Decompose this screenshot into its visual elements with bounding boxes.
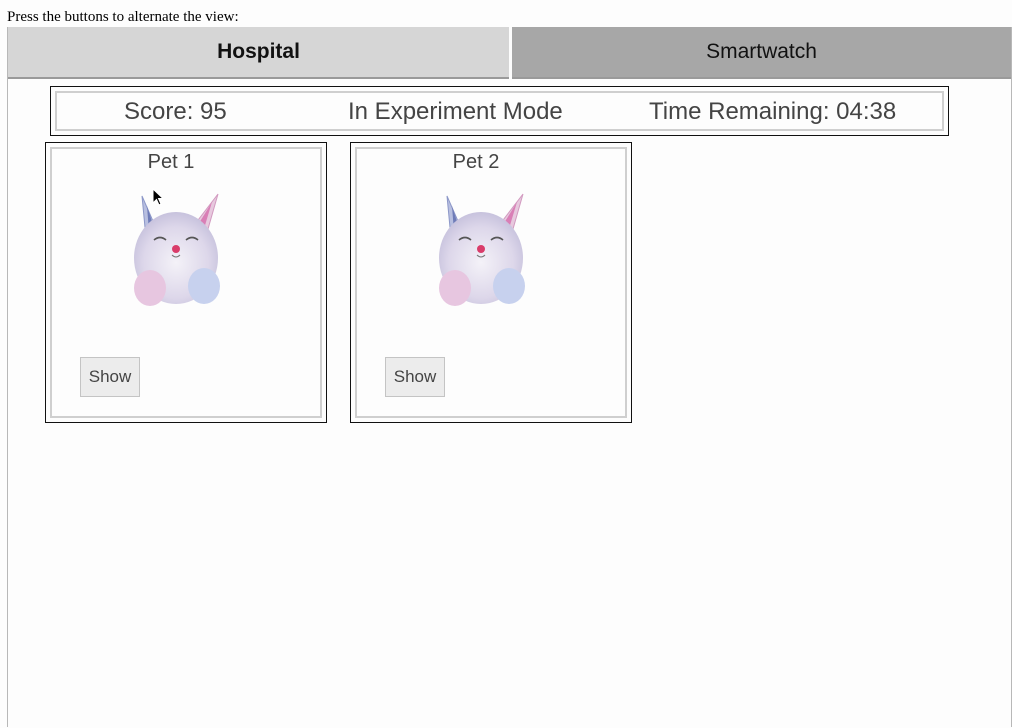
bunny-pet-image [439, 193, 525, 306]
instruction-text: Press the buttons to alternate the view: [7, 9, 239, 25]
view-tabs: Hospital Smartwatch [8, 27, 1011, 79]
tab-hospital[interactable]: Hospital [8, 27, 509, 79]
time-remaining-label: Time Remaining: 04:38 [649, 98, 897, 125]
tab-smartwatch[interactable]: Smartwatch [512, 27, 1011, 79]
pet-name: Pet 1 [147, 151, 195, 173]
mouse-cursor-icon [152, 188, 164, 206]
pet-card-2: Pet 2 Show [350, 142, 632, 423]
main-panel: Hospital Smartwatch Score: 95 In Experim… [7, 27, 1012, 727]
show-button[interactable]: Show [80, 357, 140, 397]
pet-card-1: Pet 1 Show [45, 142, 327, 423]
bunny-pet-image [134, 193, 220, 306]
mode-label: In Experiment Mode [348, 98, 563, 125]
show-button[interactable]: Show [385, 357, 445, 397]
score-label: Score: 95 [124, 98, 227, 125]
pet-name: Pet 2 [452, 151, 500, 173]
status-bar: Score: 95 In Experiment Mode Time Remain… [50, 86, 949, 136]
